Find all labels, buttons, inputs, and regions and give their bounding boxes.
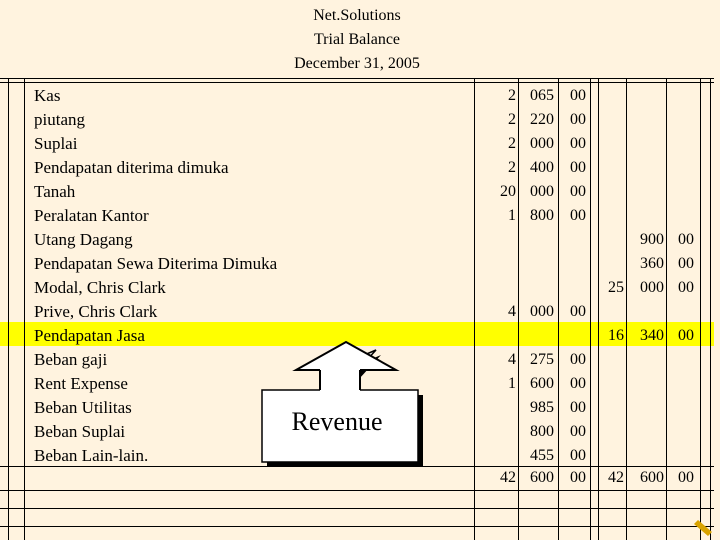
corner-decoration [694, 520, 712, 536]
trial-balance-sheet: Net.Solutions Trial Balance December 31,… [0, 0, 720, 540]
